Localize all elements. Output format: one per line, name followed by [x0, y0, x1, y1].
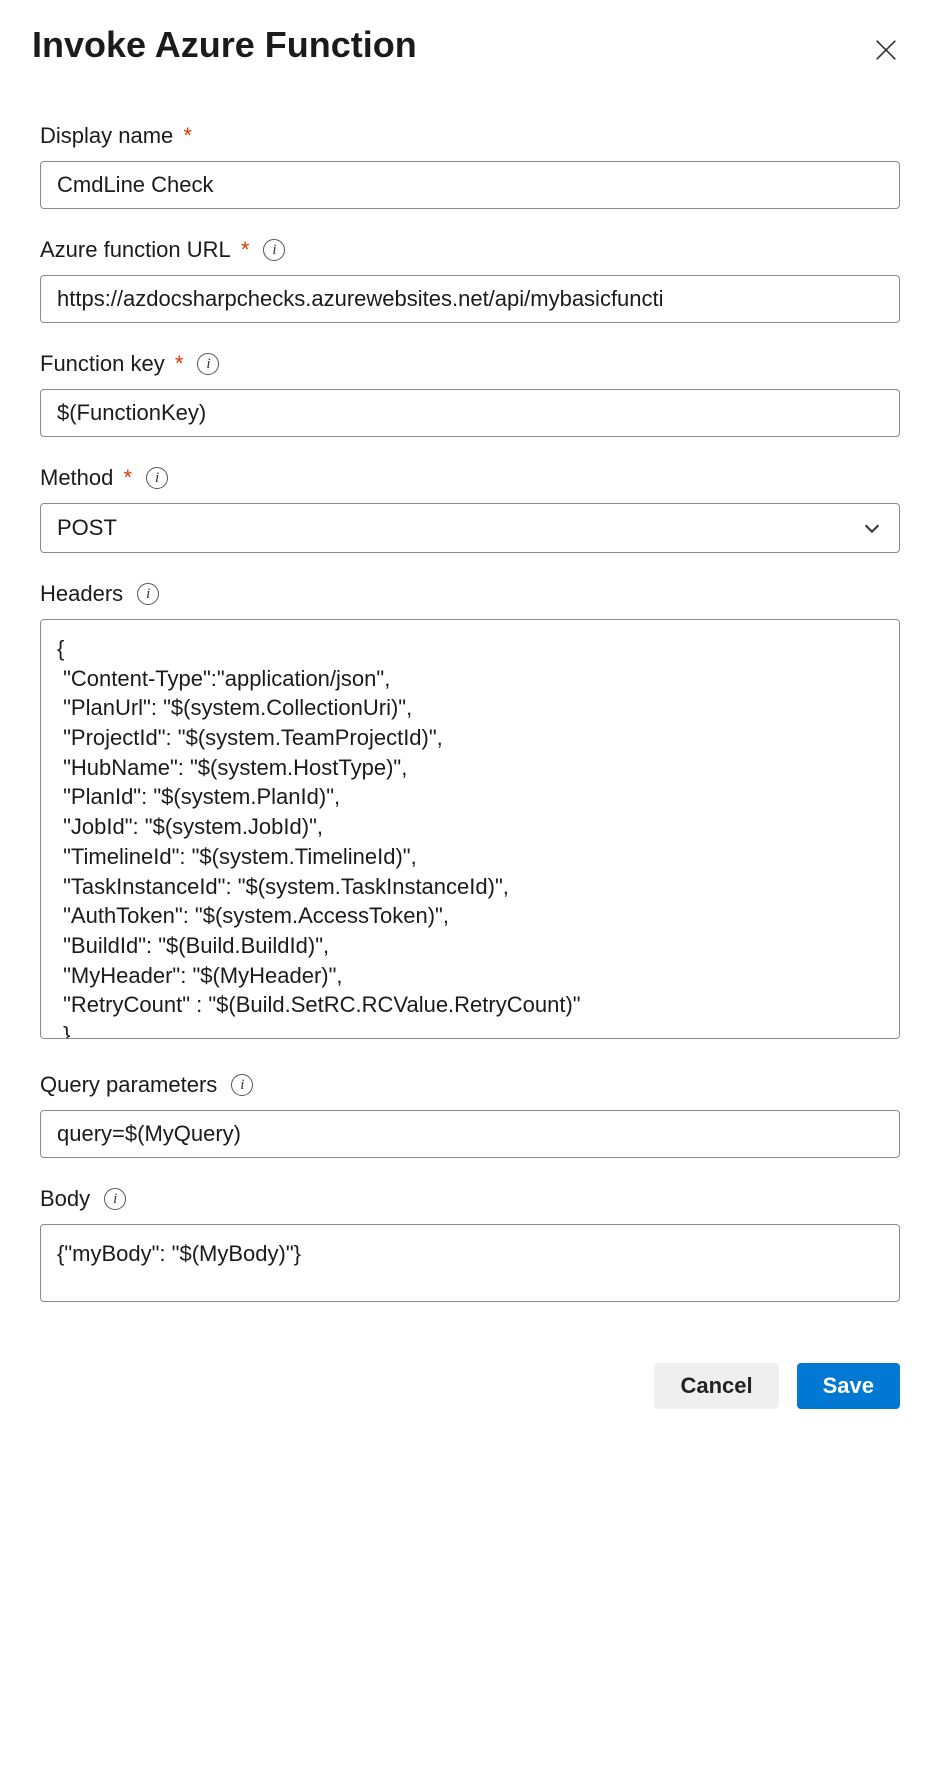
- label-function-url: Azure function URL * i: [40, 237, 900, 263]
- required-asterisk: *: [235, 237, 250, 262]
- method-select[interactable]: POST: [40, 503, 900, 553]
- label-headers: Headers i: [40, 581, 900, 607]
- panel-title: Invoke Azure Function: [32, 24, 417, 66]
- function-key-input[interactable]: [40, 389, 900, 437]
- label-display-name: Display name *: [40, 123, 900, 149]
- field-method: Method * i POST: [40, 465, 900, 553]
- info-icon[interactable]: i: [231, 1074, 253, 1096]
- method-value: POST: [57, 515, 117, 541]
- save-button[interactable]: Save: [797, 1363, 900, 1409]
- query-parameters-input[interactable]: [40, 1110, 900, 1158]
- field-headers: Headers i: [40, 581, 900, 1044]
- info-icon[interactable]: i: [146, 467, 168, 489]
- info-icon[interactable]: i: [137, 583, 159, 605]
- close-button[interactable]: [864, 28, 908, 75]
- label-body: Body i: [40, 1186, 900, 1212]
- info-icon[interactable]: i: [197, 353, 219, 375]
- form: Display name * Azure function URL * i Fu…: [32, 123, 908, 1409]
- required-asterisk: *: [169, 351, 184, 376]
- invoke-azure-function-panel: Invoke Azure Function Display name * Azu…: [0, 0, 940, 1441]
- field-display-name: Display name *: [40, 123, 900, 209]
- info-icon[interactable]: i: [263, 239, 285, 261]
- info-icon[interactable]: i: [104, 1188, 126, 1210]
- panel-header: Invoke Azure Function: [32, 24, 908, 75]
- required-asterisk: *: [177, 123, 192, 148]
- field-function-key: Function key * i: [40, 351, 900, 437]
- field-query-parameters: Query parameters i: [40, 1072, 900, 1158]
- field-body: Body i: [40, 1186, 900, 1307]
- required-asterisk: *: [117, 465, 132, 490]
- label-function-key: Function key * i: [40, 351, 900, 377]
- function-url-input[interactable]: [40, 275, 900, 323]
- headers-textarea[interactable]: [40, 619, 900, 1039]
- field-function-url: Azure function URL * i: [40, 237, 900, 323]
- footer-buttons: Cancel Save: [40, 1363, 900, 1409]
- close-icon: [872, 52, 900, 67]
- cancel-button[interactable]: Cancel: [654, 1363, 778, 1409]
- label-method: Method * i: [40, 465, 900, 491]
- label-query-parameters: Query parameters i: [40, 1072, 900, 1098]
- display-name-input[interactable]: [40, 161, 900, 209]
- body-textarea[interactable]: [40, 1224, 900, 1302]
- chevron-down-icon: [861, 517, 883, 539]
